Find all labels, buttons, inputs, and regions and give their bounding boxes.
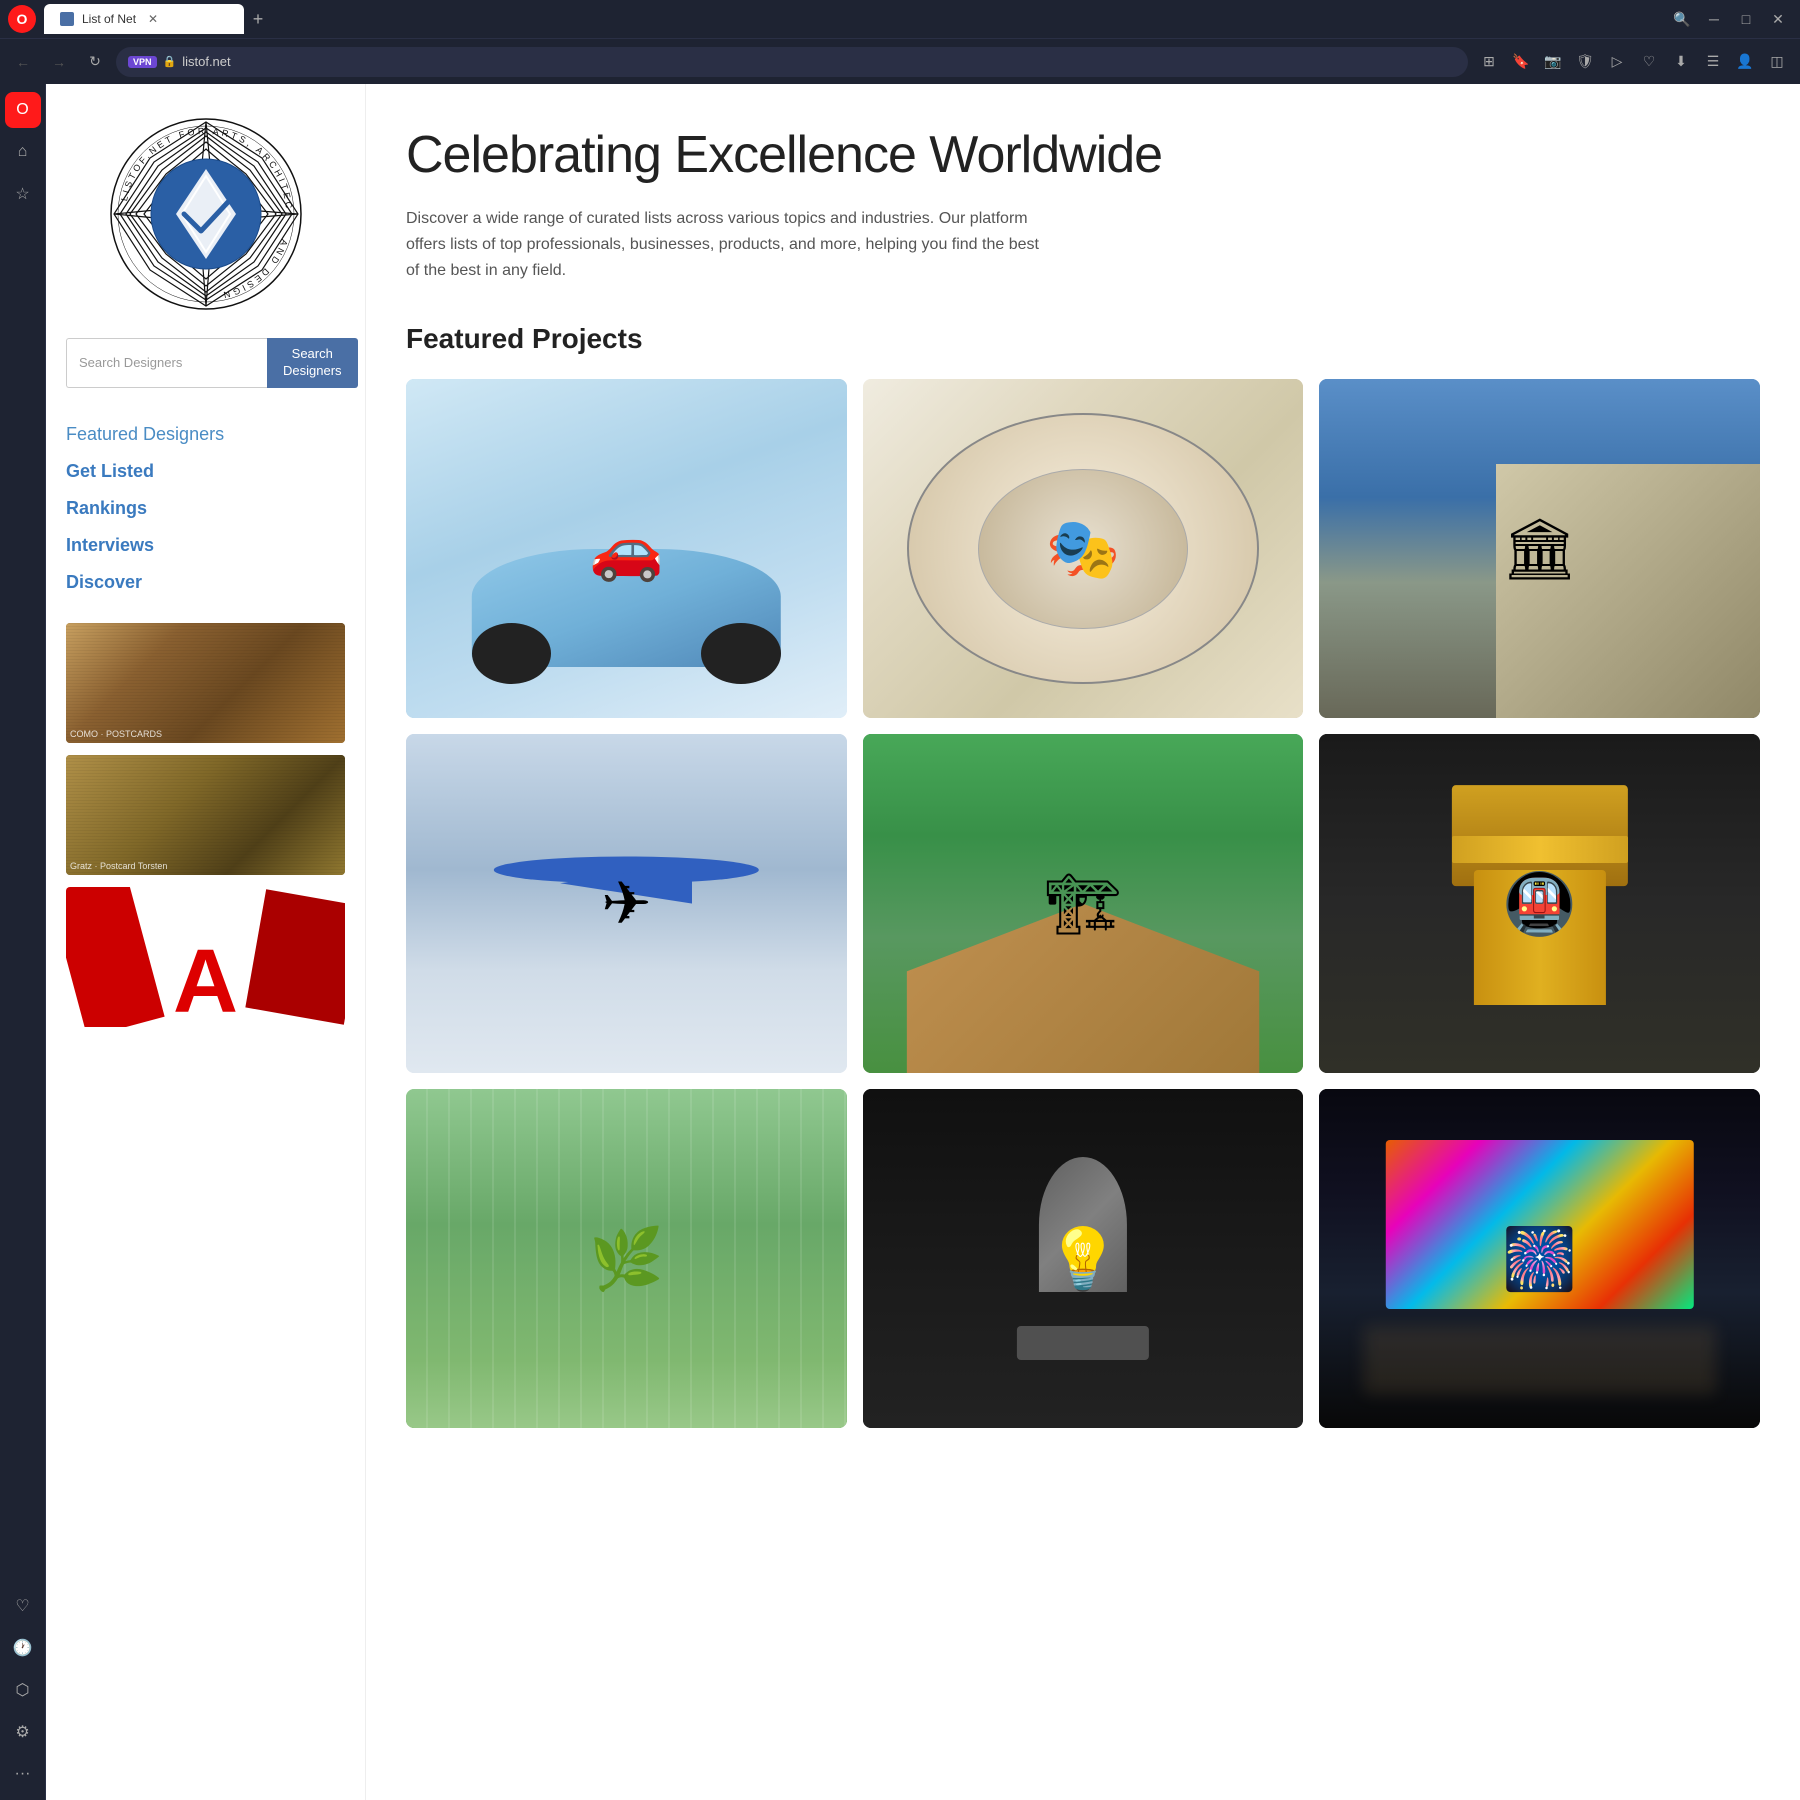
featured-designers-link[interactable]: Featured Designers bbox=[66, 418, 345, 451]
hero-title: Celebrating Excellence Worldwide bbox=[406, 124, 1760, 186]
search-row: SearchDesigners bbox=[66, 338, 345, 388]
address-text: listof.net bbox=[182, 54, 1456, 69]
camera-icon[interactable]: 📷 bbox=[1538, 47, 1568, 77]
webpage: LISTOF.NET FOR ARTS, ARCHITECTURE AND DE… bbox=[46, 84, 1800, 1800]
sidebar-cube-icon[interactable]: ⬡ bbox=[5, 1672, 41, 1708]
discover-link[interactable]: Discover bbox=[66, 566, 345, 599]
designer-search-input[interactable] bbox=[66, 338, 267, 388]
featured-projects-title: Featured Projects bbox=[406, 323, 1760, 355]
extensions-icon[interactable]: ◫ bbox=[1762, 47, 1792, 77]
sidebar-star-icon[interactable]: ☆ bbox=[5, 176, 41, 212]
interviews-link[interactable]: Interviews bbox=[66, 529, 345, 562]
back-button[interactable]: ← bbox=[8, 47, 38, 77]
sidebar-heart-icon[interactable]: ♡ bbox=[5, 1588, 41, 1624]
rankings-link[interactable]: Rankings bbox=[66, 492, 345, 525]
sidebar-image-1-caption: COMO · POSTCARDS bbox=[70, 729, 162, 739]
left-panel: LISTOF.NET FOR ARTS, ARCHITECTURE AND DE… bbox=[46, 84, 366, 1800]
toolbar-icons: ⊞ 🔖 📷 🛡 ▷ ♡ ⬇ ☰ 👤 ◫ bbox=[1474, 47, 1792, 77]
nav-links: Featured Designers Get Listed Rankings I… bbox=[66, 418, 345, 599]
project-card-lamp[interactable] bbox=[863, 1089, 1304, 1428]
refresh-button[interactable]: ↻ bbox=[80, 47, 110, 77]
maximize-button[interactable]: □ bbox=[1732, 5, 1760, 33]
sidebar-image-2: Gratz · Postcard Torsten bbox=[66, 755, 345, 875]
title-bar: List of Net ✕ + 🔍 ─ □ ✕ bbox=[0, 0, 1800, 38]
split-view-icon[interactable]: ⊞ bbox=[1474, 47, 1504, 77]
bookmarks-icon[interactable]: 🔖 bbox=[1506, 47, 1536, 77]
get-listed-link[interactable]: Get Listed bbox=[66, 455, 345, 488]
sidebar-more-icon[interactable]: ··· bbox=[5, 1756, 41, 1792]
new-tab-button[interactable]: + bbox=[244, 5, 272, 33]
project-card-car[interactable] bbox=[406, 379, 847, 718]
search-button[interactable]: 🔍 bbox=[1668, 5, 1696, 33]
vpn-badge: VPN bbox=[128, 56, 157, 68]
sidebar-home-icon[interactable]: O bbox=[5, 92, 41, 128]
forward-button[interactable]: → bbox=[44, 47, 74, 77]
heart-icon[interactable]: ♡ bbox=[1634, 47, 1664, 77]
project-card-pavilion[interactable] bbox=[863, 734, 1304, 1073]
opera-sidebar: O ⌂ ☆ ♡ 🕐 ⬡ ⚙ ··· bbox=[0, 84, 46, 1800]
search-designers-button[interactable]: SearchDesigners bbox=[267, 338, 358, 388]
hero-description: Discover a wide range of curated lists a… bbox=[406, 206, 1046, 283]
minimize-button[interactable]: ─ bbox=[1700, 5, 1728, 33]
sidebar-image-2-caption: Gratz · Postcard Torsten bbox=[70, 861, 167, 871]
reader-mode-icon[interactable]: ☰ bbox=[1698, 47, 1728, 77]
project-card-greenhouse[interactable] bbox=[406, 1089, 847, 1428]
sidebar-images: COMO · POSTCARDS Gratz · Postcard Torste… bbox=[66, 623, 345, 1027]
project-card-decor[interactable] bbox=[863, 379, 1304, 718]
site-logo: LISTOF.NET FOR ARTS, ARCHITECTURE AND DE… bbox=[106, 114, 306, 314]
right-panel: Celebrating Excellence Worldwide Discove… bbox=[366, 84, 1800, 1800]
lock-icon: 🔒 bbox=[163, 55, 177, 68]
close-button[interactable]: ✕ bbox=[1764, 5, 1792, 33]
sidebar-image-1: COMO · POSTCARDS bbox=[66, 623, 345, 743]
tab-favicon bbox=[60, 12, 74, 26]
download-icon[interactable]: ⬇ bbox=[1666, 47, 1696, 77]
opera-logo-icon[interactable] bbox=[8, 5, 36, 33]
projects-grid bbox=[406, 379, 1760, 1428]
sidebar-bottom: ♡ 🕐 ⬡ ⚙ ··· bbox=[5, 1588, 41, 1792]
active-tab[interactable]: List of Net ✕ bbox=[44, 4, 244, 34]
main-area: O ⌂ ☆ ♡ 🕐 ⬡ ⚙ ··· bbox=[0, 84, 1800, 1800]
sidebar-image-3: A bbox=[66, 887, 345, 1027]
tab-close-icon[interactable]: ✕ bbox=[148, 12, 158, 26]
sidebar-settings-icon[interactable]: ⚙ bbox=[5, 1714, 41, 1750]
sidebar-clock-icon[interactable]: 🕐 bbox=[5, 1630, 41, 1666]
shield-icon[interactable]: 🛡 bbox=[1570, 47, 1600, 77]
tab-bar: List of Net ✕ + bbox=[44, 4, 1664, 34]
project-card-building[interactable] bbox=[1319, 379, 1760, 718]
project-card-plane[interactable] bbox=[406, 734, 847, 1073]
project-card-billboard[interactable] bbox=[1319, 1089, 1760, 1428]
browser-frame: List of Net ✕ + 🔍 ─ □ ✕ ← → ↻ VPN 🔒 list… bbox=[0, 0, 1800, 1800]
play-icon[interactable]: ▷ bbox=[1602, 47, 1632, 77]
address-bar-input[interactable]: VPN 🔒 listof.net bbox=[116, 47, 1468, 77]
window-controls: 🔍 ─ □ ✕ bbox=[1668, 5, 1792, 33]
project-card-tunnel[interactable] bbox=[1319, 734, 1760, 1073]
address-bar: ← → ↻ VPN 🔒 listof.net ⊞ 🔖 📷 🛡 ▷ ♡ ⬇ ☰ 👤… bbox=[0, 38, 1800, 84]
page-layout: LISTOF.NET FOR ARTS, ARCHITECTURE AND DE… bbox=[46, 84, 1800, 1800]
tab-title: List of Net bbox=[82, 12, 136, 26]
account-icon[interactable]: 👤 bbox=[1730, 47, 1760, 77]
sidebar-home2-icon[interactable]: ⌂ bbox=[5, 134, 41, 170]
